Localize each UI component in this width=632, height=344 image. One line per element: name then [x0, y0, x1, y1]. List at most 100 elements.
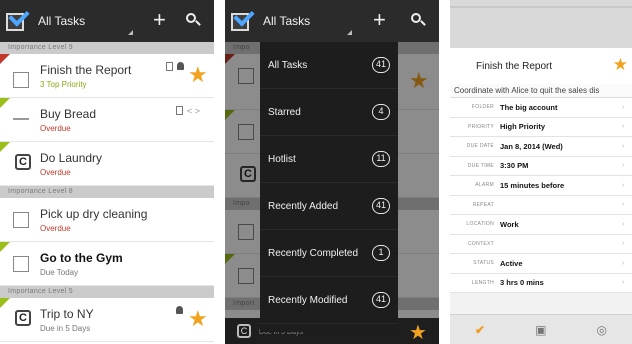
menu-item-recently-completed[interactable]: Recently Completed 1 [260, 230, 398, 277]
action-icon[interactable]: ▣ [535, 323, 546, 337]
menu-item-label: All Tasks [268, 59, 308, 71]
field-label: Due Date [466, 143, 494, 150]
field-value: The big account [500, 102, 558, 112]
priority-flag [0, 98, 10, 108]
priority-flag [0, 298, 10, 308]
task-checkbox[interactable] [13, 118, 29, 120]
app-checkbox-icon[interactable] [6, 5, 30, 32]
star-icon[interactable]: ★ [613, 56, 628, 73]
chevron-right-icon: › [622, 201, 625, 209]
chevron-right-icon: › [622, 259, 625, 267]
field-due-date[interactable]: Due Date Jan 8, 2014 (Wed) › [450, 137, 632, 157]
field-label: Location [466, 221, 494, 228]
task-detail-title[interactable]: Finish the Report [476, 61, 552, 72]
chevron-right-icon: › [622, 181, 625, 189]
count-badge: 11 [372, 151, 390, 167]
star-icon[interactable]: ★ [188, 64, 208, 86]
menu-item-recently-modified[interactable]: Recently Modified 41 [260, 277, 398, 324]
menu-item-hotlist[interactable]: Hotlist 11 [260, 136, 398, 183]
task-row[interactable]: Pick up dry cleaning Overdue [0, 198, 214, 242]
count-badge: 4 [372, 104, 390, 120]
chevron-right-icon: › [622, 103, 625, 111]
field-location[interactable]: Location Work › [450, 215, 632, 235]
add-task-button[interactable]: + [153, 9, 166, 31]
task-detail-screen: Finish the Report ★ Coordinate with Alic… [450, 0, 632, 344]
chevron-right-icon: › [622, 220, 625, 228]
count-badge: 41 [371, 292, 390, 308]
field-label: Alarm [475, 182, 494, 189]
count-badge: 41 [371, 57, 390, 73]
list-selector[interactable]: All Tasks [38, 14, 85, 28]
task-subtitle: Due Today [40, 268, 79, 277]
task-row[interactable]: Buy Bread Overdue < > [0, 98, 214, 142]
field-value: High Priority [500, 122, 546, 132]
menu-item-recently-added[interactable]: Recently Added 41 [260, 183, 398, 230]
chevron-right-icon: › [622, 240, 625, 248]
section-header: Importance Level 5 [0, 286, 214, 298]
search-icon[interactable] [411, 13, 426, 27]
task-row[interactable]: Finish the Report 3 Top Priority ★ [0, 54, 214, 98]
field-alarm[interactable]: Alarm 15 minutes before › [450, 176, 632, 196]
field-context[interactable]: Context › [450, 234, 632, 254]
task-checkbox[interactable] [13, 212, 29, 228]
menu-item-label: Recently Added [268, 200, 339, 212]
task-row[interactable]: C Trip to NY Due in 5 Days ★ [0, 298, 214, 342]
task-row[interactable]: C Do Laundry Overdue [0, 142, 214, 186]
dropdown-caret-icon [128, 30, 133, 35]
field-repeat[interactable]: Repeat › [450, 195, 632, 215]
task-subtitle: Due in 5 Days [40, 324, 91, 333]
task-title: Pick up dry cleaning [40, 207, 148, 221]
task-list-screen: All Tasks + Importance Level 9 Finish th… [0, 0, 214, 344]
field-label: Priority [467, 123, 494, 130]
menu-item-label: Starred [268, 106, 301, 118]
field-due-time[interactable]: Due Time 3:30 PM › [450, 156, 632, 176]
field-value: Jan 8, 2014 (Wed) [500, 141, 563, 151]
task-subtitle: Overdue [40, 224, 71, 233]
field-label: Due Time [467, 162, 494, 169]
repeat-icon[interactable]: C [237, 324, 251, 338]
menu-item-label: Hotlist [268, 153, 296, 165]
priority-flag [0, 142, 10, 152]
menu-item-starred[interactable]: Starred 4 [260, 89, 398, 136]
task-note[interactable]: Coordinate with Alice to quit the sales … [450, 84, 632, 98]
field-length[interactable]: Length 3 hrs 0 mins › [450, 273, 632, 293]
count-badge: 41 [371, 198, 390, 214]
field-priority[interactable]: Priority High Priority › [450, 117, 632, 137]
field-label: Folder [471, 104, 494, 111]
list-selector[interactable]: All Tasks [263, 14, 310, 28]
task-title: Go to the Gym [40, 251, 123, 265]
complete-check-icon[interactable]: ✔ [475, 323, 485, 337]
priority-flag [0, 54, 10, 64]
menu-item-all-tasks[interactable]: All Tasks 41 [260, 42, 398, 89]
field-label: Status [473, 260, 494, 267]
search-icon[interactable] [186, 13, 201, 27]
dropdown-caret-icon [347, 30, 352, 35]
field-label: Repeat [472, 201, 494, 208]
list-menu-screen: All Tasks + Impo ★ C Impo Import C Due i… [225, 0, 439, 344]
star-icon[interactable]: ★ [188, 308, 208, 330]
task-title: Do Laundry [40, 151, 103, 165]
task-checkbox[interactable] [13, 72, 29, 88]
field-status[interactable]: Status Active › [450, 254, 632, 274]
star-icon[interactable]: ★ [409, 320, 427, 344]
task-title: Trip to NY [40, 307, 94, 321]
task-subtitle: Overdue [40, 124, 71, 133]
chevron-right-icon: › [622, 123, 625, 131]
section-header: Importance Level 9 [0, 42, 214, 54]
field-label: Length [471, 279, 494, 286]
field-value: 3:30 PM [500, 161, 529, 171]
task-row[interactable]: Go to the Gym Due Today [0, 242, 214, 286]
action-icon[interactable]: ◎ [596, 323, 606, 337]
task-checkbox[interactable] [13, 256, 29, 272]
add-task-button[interactable]: + [373, 9, 386, 31]
priority-flag [0, 242, 10, 252]
repeat-icon[interactable]: C [15, 310, 31, 326]
action-bar: All Tasks + [0, 0, 214, 42]
app-checkbox-icon[interactable] [231, 5, 255, 32]
detail-header: Finish the Report ★ [450, 48, 632, 84]
repeat-icon[interactable]: C [15, 154, 31, 170]
field-folder[interactable]: Folder The big account › [450, 98, 632, 118]
chevron-right-icon: › [622, 142, 625, 150]
chevron-right-icon: › [622, 279, 625, 287]
list-dropdown-menu: All Tasks 41 Starred 4 Hotlist 11 Recent… [260, 42, 398, 332]
